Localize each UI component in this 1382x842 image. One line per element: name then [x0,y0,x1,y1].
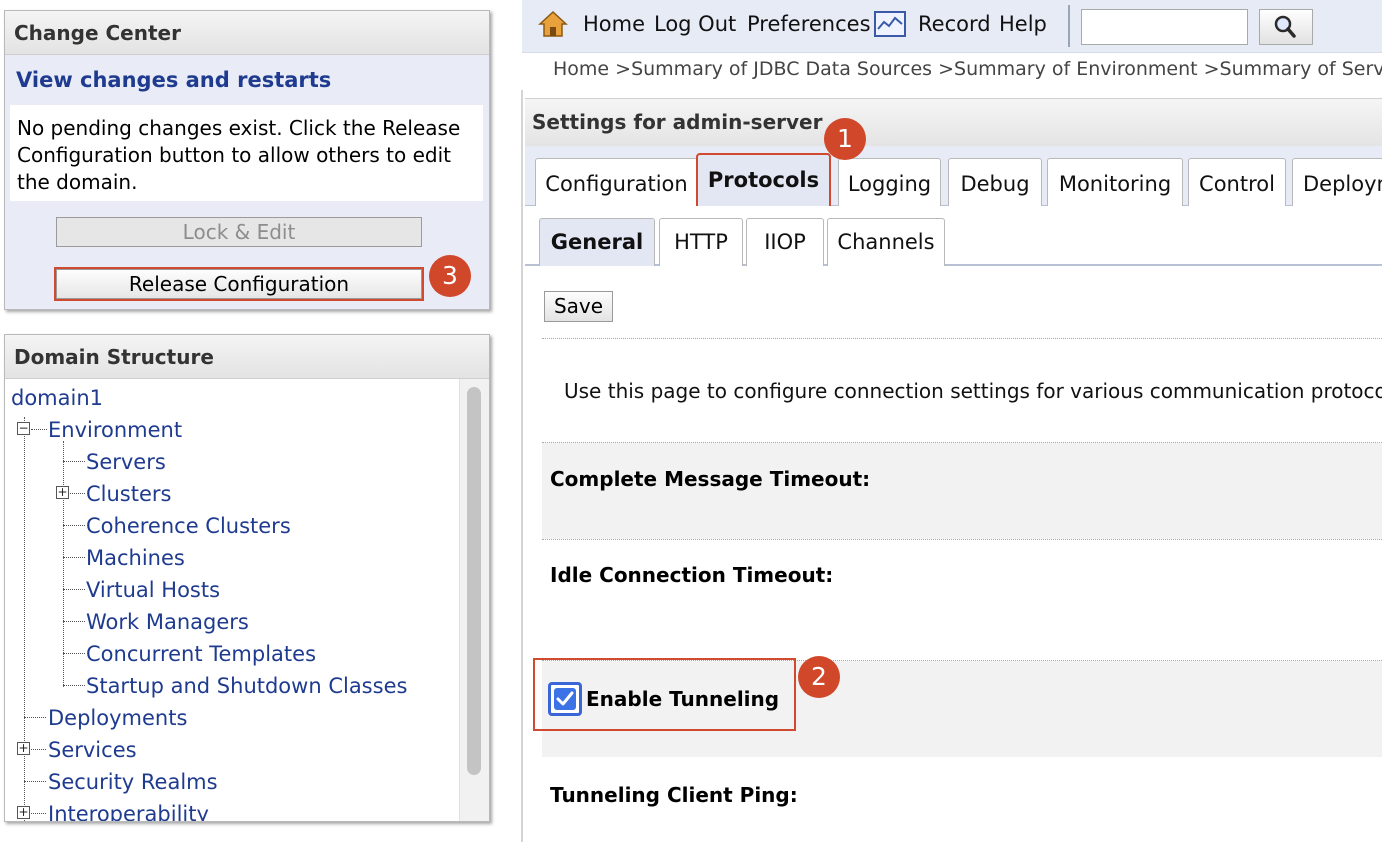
divider [542,338,1382,339]
subtab-channels[interactable]: Channels [827,218,945,266]
release-configuration-button[interactable]: Release Configuration [54,267,424,301]
expand-icon[interactable]: + [56,486,69,499]
tab-control[interactable]: Control [1188,158,1286,208]
tunneling-client-ping-label: Tunneling Client Ping: [550,783,798,807]
tree-item-security-realms[interactable]: Security Realms [48,770,218,794]
tree-item-startup-shutdown-classes[interactable]: Startup and Shutdown Classes [86,674,407,698]
toolbar-separator [1068,5,1070,47]
step-badge-1: 1 [824,118,866,160]
panel-divider [521,90,523,842]
lock-edit-button[interactable]: Lock & Edit [56,217,422,247]
expand-icon[interactable]: + [17,742,30,755]
search-input[interactable] [1081,9,1248,45]
record-link[interactable]: Record [918,12,991,36]
tunneling-client-ping-row: Tunneling Client Ping: [542,757,1382,842]
tree-item-clusters[interactable]: Clusters [86,482,171,506]
preferences-link[interactable]: Preferences [747,12,871,36]
complete-message-timeout-label: Complete Message Timeout: [550,467,871,491]
tree-connector [63,621,85,622]
checkmark-icon [556,691,574,706]
sub-tab-bar: General HTTP IIOP Channels [525,206,1382,266]
tab-configuration[interactable]: Configuration [535,158,698,208]
tree-connector [24,417,25,821]
tree-item-machines[interactable]: Machines [86,546,185,570]
top-toolbar: Home Log Out Preferences Record Help [522,0,1382,53]
expand-icon[interactable]: + [17,806,30,819]
settings-title: Settings for admin-server [525,98,1382,146]
search-button[interactable] [1259,9,1313,45]
change-center-title: Change Center [5,11,489,55]
subtab-general[interactable]: General [539,218,655,266]
domain-structure-title: Domain Structure [5,335,489,379]
complete-message-timeout-row: Complete Message Timeout: [542,443,1382,539]
tree-connector [31,749,46,750]
pending-changes-message: No pending changes exist. Click the Rele… [10,105,483,201]
tree-item-virtual-hosts[interactable]: Virtual Hosts [86,578,220,602]
subtab-http[interactable]: HTTP [659,218,743,266]
tree-connector [24,717,46,718]
home-icon[interactable] [538,10,568,43]
tree-item-servers[interactable]: Servers [86,450,166,474]
tree-connector [63,441,64,687]
tree-connector [31,429,47,430]
step-badge-3: 3 [429,255,471,297]
tree-connector [63,557,85,558]
tab-protocols[interactable]: Protocols [696,153,831,209]
tree-item-concurrent-templates[interactable]: Concurrent Templates [86,642,316,666]
checkbox-fill [554,688,576,710]
tree-connector [63,653,85,654]
tree-item-work-managers[interactable]: Work Managers [86,610,249,634]
collapse-icon[interactable]: − [17,422,30,435]
home-link[interactable]: Home [583,12,645,36]
tree-scrollbar-thumb[interactable] [467,387,481,775]
idle-connection-timeout-label: Idle Connection Timeout: [550,563,834,587]
magnifier-icon [1274,15,1296,38]
main-tab-bar: Configuration Protocols Logging Debug Mo… [525,146,1382,209]
intro-text: Use this page to configure connection se… [564,379,1382,403]
tree-item-interoperability[interactable]: Interoperability [48,802,209,821]
tree-item-domain1[interactable]: domain1 [11,386,103,410]
tab-monitoring[interactable]: Monitoring [1047,158,1183,208]
tab-debug[interactable]: Debug [948,158,1042,208]
tree-connector [63,589,85,590]
idle-connection-timeout-row: Idle Connection Timeout: [542,540,1382,660]
save-button[interactable]: Save [544,291,613,322]
tree-item-coherence-clusters[interactable]: Coherence Clusters [86,514,291,538]
tree-connector [63,685,85,686]
view-changes-link[interactable]: View changes and restarts [5,55,489,105]
domain-structure-panel: Domain Structure − + + + domain1 Environ… [4,334,490,822]
breadcrumb[interactable]: Home >Summary of JDBC Data Sources >Summ… [553,58,1382,80]
logout-link[interactable]: Log Out [654,12,736,36]
help-link[interactable]: Help [999,12,1047,36]
enable-tunneling-checkbox[interactable] [548,682,582,716]
step-badge-2: 2 [798,656,840,698]
tree-item-deployments[interactable]: Deployments [48,706,187,730]
tree-scrollbar[interactable] [459,379,489,821]
tree-connector [31,813,46,814]
tree-item-environment[interactable]: Environment [48,418,182,442]
tab-deployments[interactable]: Deploym [1292,158,1382,208]
tree-item-services[interactable]: Services [48,738,137,762]
change-center-panel: Change Center View changes and restarts … [4,10,490,310]
record-icon[interactable] [874,11,906,42]
tab-logging[interactable]: Logging [838,158,941,208]
tree-connector [63,461,85,462]
tree-connector [70,493,85,494]
subtab-iiop[interactable]: IIOP [746,218,824,266]
domain-tree: − + + + domain1 Environment Servers Clus… [5,379,489,821]
tree-connector [63,525,85,526]
tree-connector [24,781,46,782]
